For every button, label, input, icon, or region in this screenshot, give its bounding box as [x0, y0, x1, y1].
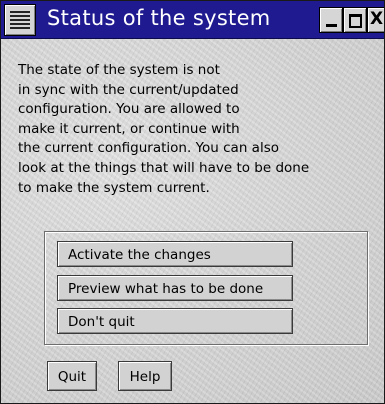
- status-dialog: Status of the system X The state of the …: [0, 0, 385, 404]
- maximize-icon: [349, 14, 362, 28]
- message-line: The state of the system is not: [18, 62, 220, 78]
- message-line: in sync with the current/updated: [18, 81, 239, 98]
- message-line: make it current, or continue with: [18, 120, 240, 137]
- message-line: the current configuration. You can also: [18, 140, 279, 157]
- message-line: to make the system current.: [18, 179, 210, 196]
- title-bar[interactable]: Status of the system X: [1, 1, 384, 39]
- close-button[interactable]: X: [367, 7, 384, 33]
- minimize-icon: [326, 24, 337, 27]
- help-button[interactable]: Help: [118, 361, 172, 391]
- menu-line-icon: [10, 15, 30, 17]
- menu-line-icon: [10, 23, 30, 25]
- message-line: look at the things that will have to be …: [18, 159, 310, 176]
- status-message: The state of the system is not in sync w…: [18, 61, 373, 198]
- preview-changes-button[interactable]: Preview what has to be done: [57, 275, 293, 301]
- window-title: Status of the system: [47, 6, 271, 30]
- dont-quit-button[interactable]: Don't quit: [57, 308, 293, 334]
- window-menu-button[interactable]: [4, 4, 36, 36]
- activate-changes-button[interactable]: Activate the changes: [57, 241, 293, 267]
- message-line: configuration. You are allowed to: [18, 101, 240, 118]
- maximize-button[interactable]: [343, 7, 367, 33]
- close-icon: X: [370, 9, 384, 29]
- menu-line-icon: [10, 19, 30, 21]
- menu-line-icon: [10, 27, 30, 29]
- menu-line-icon: [10, 11, 30, 13]
- quit-button[interactable]: Quit: [47, 361, 97, 391]
- minimize-button[interactable]: [319, 7, 343, 33]
